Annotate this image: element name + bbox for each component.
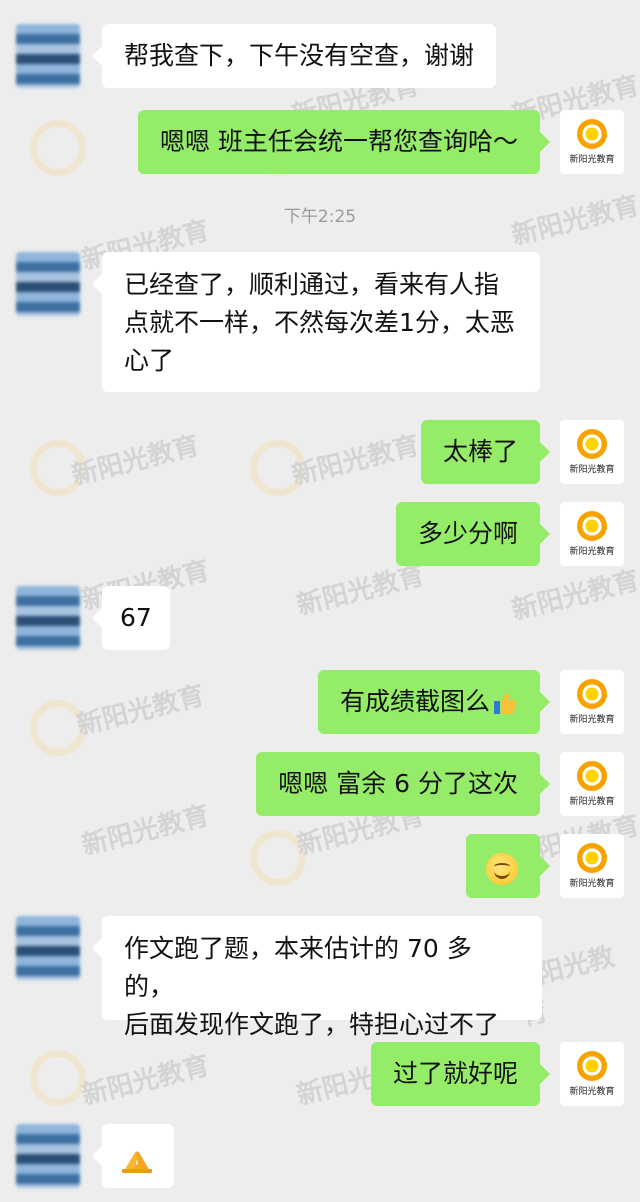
smiling-face-icon [486, 853, 518, 885]
watermark-text: 新阳光教育 [68, 430, 203, 492]
watermark-sun-icon [250, 830, 306, 886]
agent-avatar[interactable]: 新阳光教育 [560, 752, 624, 816]
watermark-sun-icon [30, 1050, 86, 1106]
message-text: 嗯嗯 班主任会统一帮您查询哈～ [160, 127, 518, 156]
sun-logo-icon [577, 511, 607, 541]
contact-avatar[interactable] [16, 1124, 80, 1188]
sent-message-bubble[interactable]: 嗯嗯 富余 6 分了这次 [256, 752, 550, 816]
avatar-brand-text: 新阳光教育 [569, 715, 615, 725]
avatar-brand-text: 新阳光教育 [569, 465, 615, 475]
message-text: 过了就好呢 [392, 1059, 518, 1088]
avatar-brand-text: 新阳光教育 [569, 1087, 615, 1097]
message-text-line: 后面发现作文跑了，特担心过不了 [124, 1010, 500, 1039]
sent-message-bubble[interactable]: 过了就好呢 [370, 1042, 551, 1106]
avatar-brand-text: 新阳光教育 [569, 155, 615, 165]
thumbs-up-icon [494, 692, 517, 714]
message-text: 太棒了 [442, 437, 518, 466]
sent-message-bubble[interactable]: 嗯嗯 班主任会统一帮您查询哈～ [138, 110, 550, 174]
avatar-brand-text: 新阳光教育 [569, 797, 615, 807]
watermark-sun-icon [30, 700, 86, 756]
contact-avatar[interactable] [16, 916, 80, 980]
sun-logo-icon [577, 1051, 607, 1081]
contact-avatar[interactable] [16, 252, 80, 316]
folded-hands-icon [122, 1151, 152, 1173]
message-text-line: 已经查了，顺利通过，看来有人指 [124, 270, 500, 299]
message-text-line: 点就不一样，不然每次差1分，太恶 [124, 308, 515, 337]
sun-logo-icon [577, 429, 607, 459]
message-text: 嗯嗯 富余 6 分了这次 [278, 769, 518, 798]
received-message-bubble[interactable]: 帮我查下，下午没有空查，谢谢 [91, 24, 497, 88]
sun-logo-icon [577, 119, 607, 149]
chat-timestamp: 下午2:25 [283, 207, 357, 227]
sent-message-bubble[interactable]: 太棒了 [420, 420, 551, 484]
message-text-line: 作文跑了题，本来估计的 70 多的， [124, 934, 472, 1001]
watermark-text: 新阳光教育 [508, 565, 640, 627]
sun-logo-icon [577, 679, 607, 709]
agent-avatar[interactable]: 新阳光教育 [560, 670, 624, 734]
watermark-sun-icon [30, 440, 86, 496]
agent-avatar[interactable]: 新阳光教育 [560, 502, 624, 566]
message-text-line: 心了 [124, 346, 175, 375]
sent-message-bubble[interactable]: 多少分啊 [395, 502, 551, 566]
watermark-text: 新阳光教育 [73, 680, 208, 742]
avatar-brand-text: 新阳光教育 [569, 547, 615, 557]
watermark-sun-icon [250, 440, 306, 496]
message-text: 帮我查下，下午没有空查，谢谢 [124, 41, 475, 70]
agent-avatar[interactable]: 新阳光教育 [560, 420, 624, 484]
avatar-brand-text: 新阳光教育 [569, 879, 615, 889]
received-message-bubble[interactable]: 已经查了，顺利通过，看来有人指 点就不一样，不然每次差1分，太恶 心了 [92, 252, 540, 392]
sun-logo-icon [577, 761, 607, 791]
watermark-sun-icon [30, 120, 86, 176]
message-text: 有成绩截图么 [339, 687, 490, 716]
received-message-bubble[interactable] [92, 1124, 174, 1188]
contact-avatar[interactable] [16, 24, 80, 88]
message-text: 多少分啊 [417, 519, 518, 548]
sent-message-bubble[interactable]: 有成绩截图么 [317, 670, 551, 734]
received-message-bubble[interactable]: 作文跑了题，本来估计的 70 多的， 后面发现作文跑了，特担心过不了 [92, 916, 542, 1039]
watermark-text: 新阳光教育 [78, 800, 213, 862]
sent-message-bubble[interactable] [466, 834, 550, 898]
agent-avatar[interactable]: 新阳光教育 [560, 834, 624, 898]
received-message-bubble[interactable]: 67 [92, 586, 170, 650]
contact-avatar[interactable] [16, 586, 80, 650]
watermark-text: 新阳光教育 [78, 1050, 213, 1112]
message-text: 67 [120, 603, 152, 632]
watermark-text: 新阳光教育 [288, 430, 423, 492]
agent-avatar[interactable]: 新阳光教育 [560, 110, 624, 174]
sun-logo-icon [577, 843, 607, 873]
agent-avatar[interactable]: 新阳光教育 [560, 1042, 624, 1106]
